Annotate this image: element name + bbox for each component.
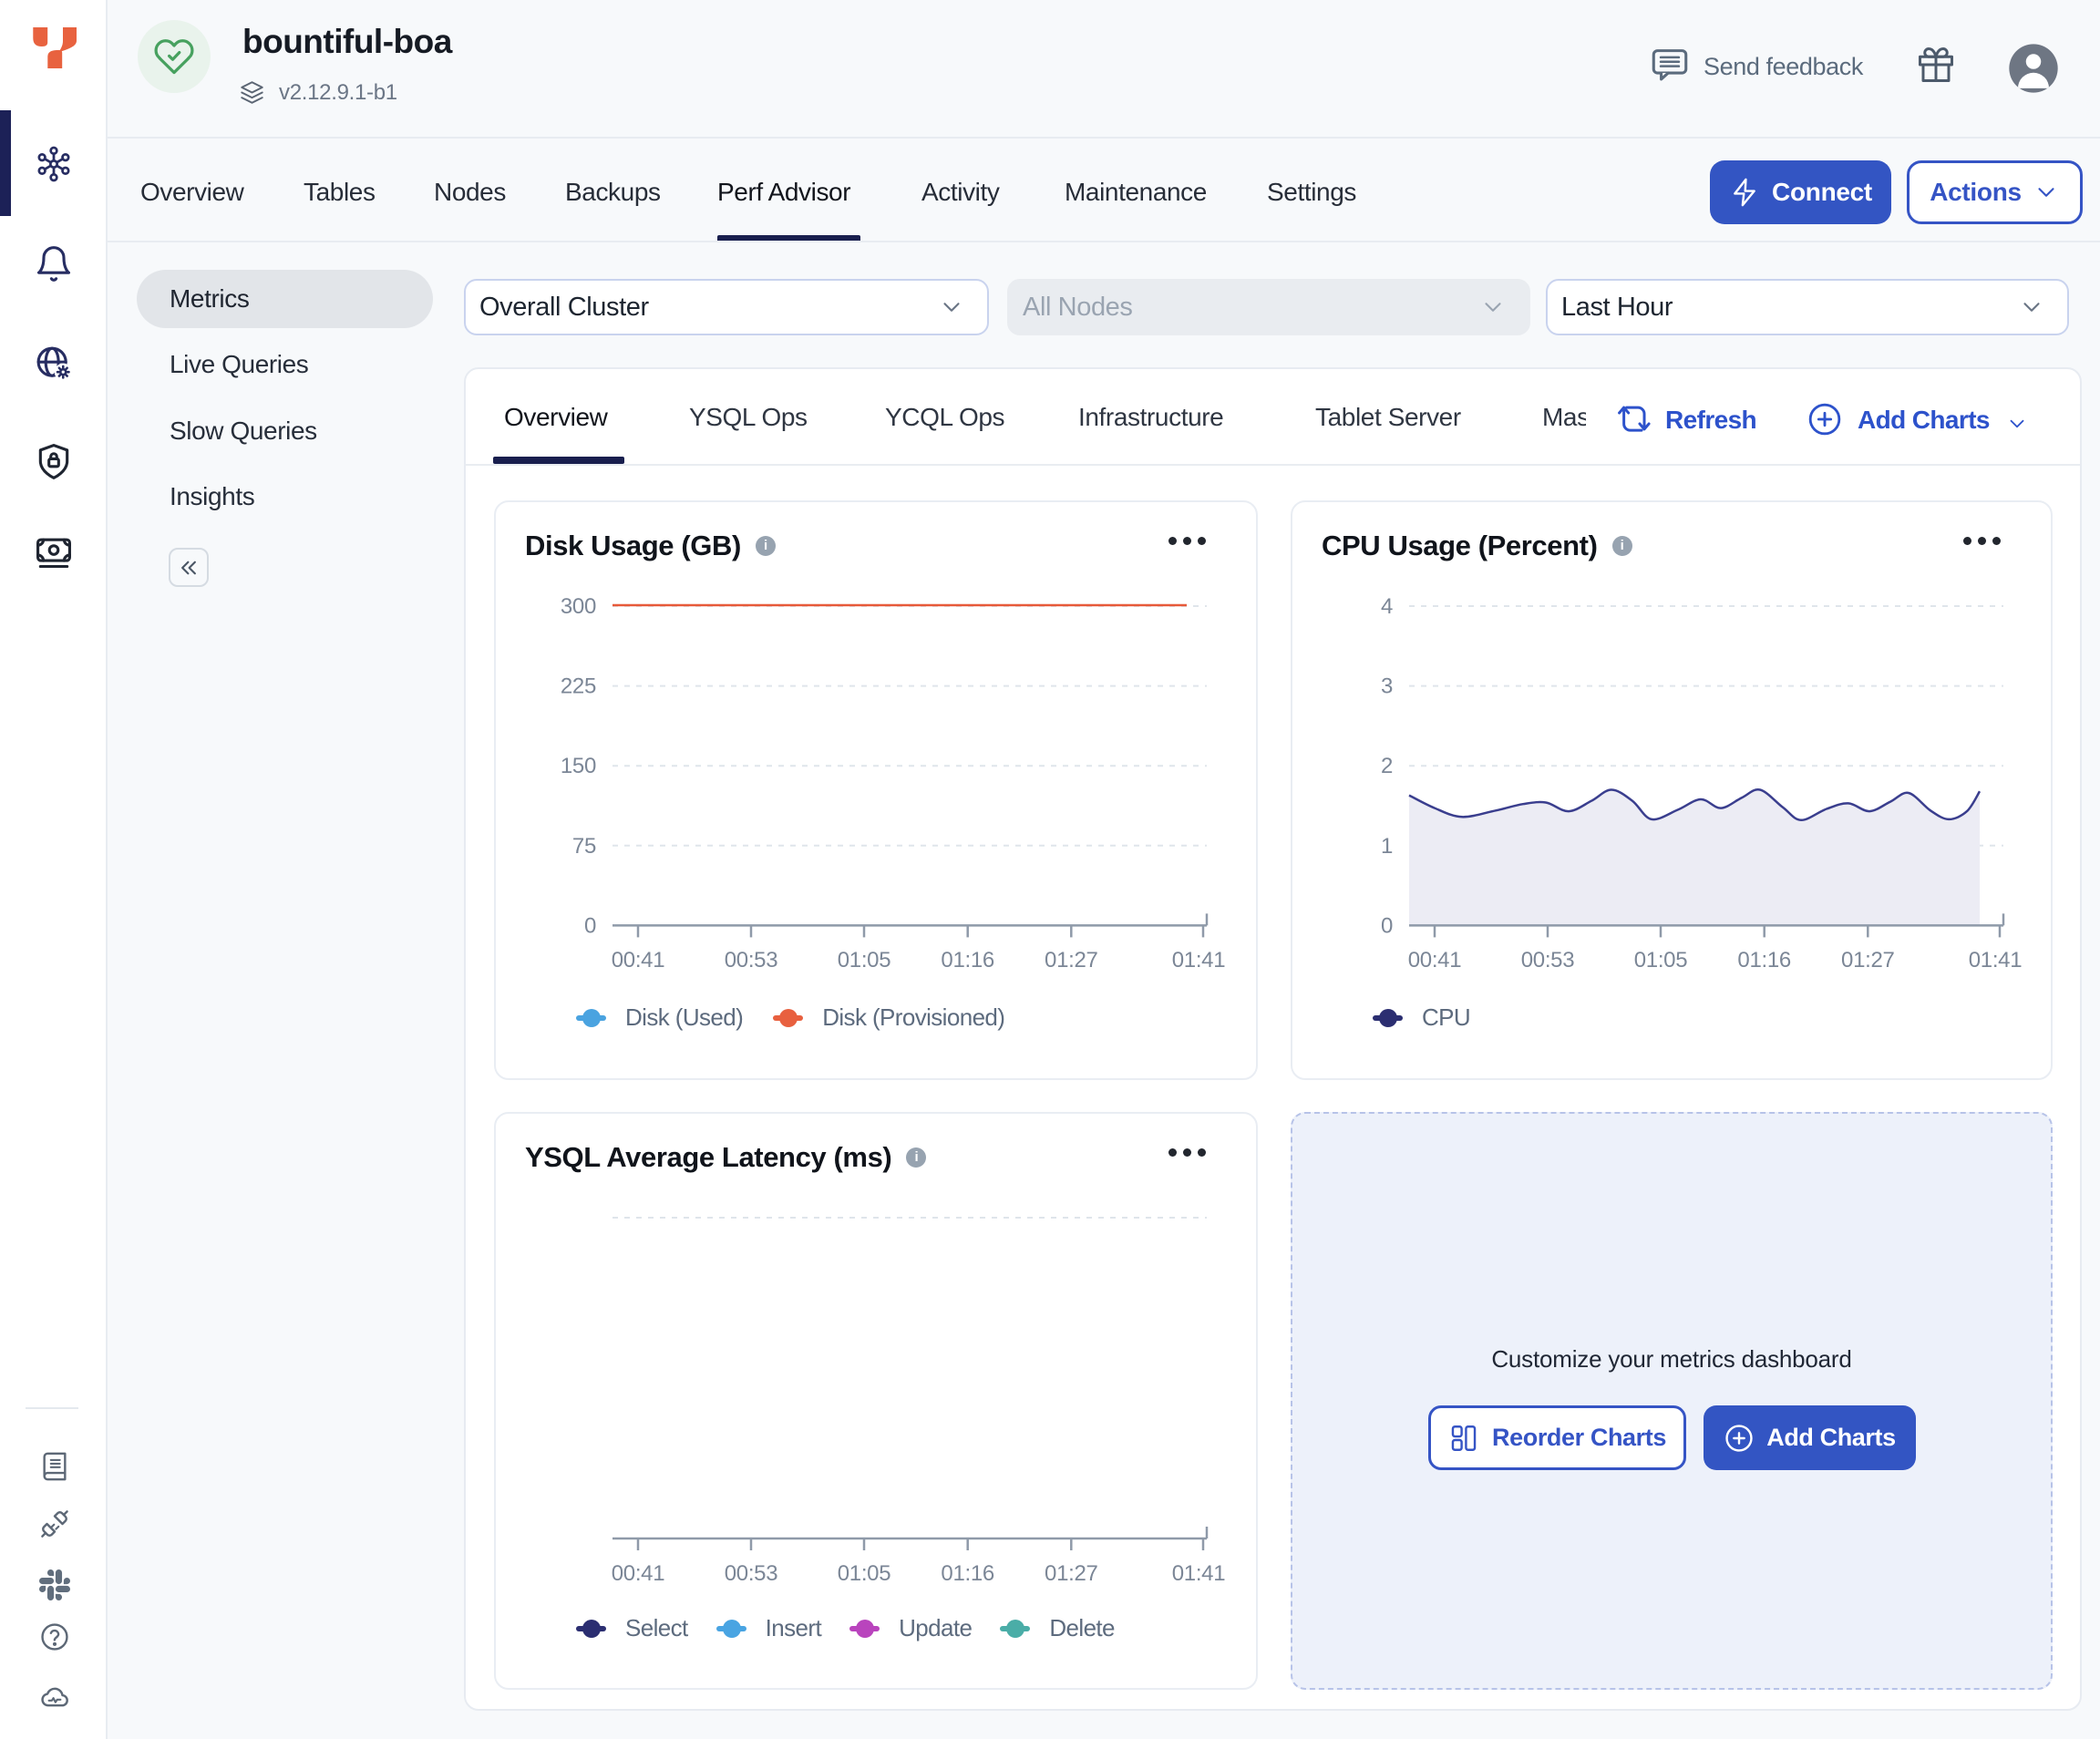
svg-text:0: 0 — [584, 913, 596, 938]
svg-text:75: 75 — [572, 834, 596, 859]
svg-text:150: 150 — [561, 754, 596, 778]
svg-text:01:27: 01:27 — [1841, 948, 1895, 972]
svg-text:01:27: 01:27 — [1045, 1561, 1098, 1586]
svg-text:01:41: 01:41 — [1172, 948, 1226, 972]
svg-text:01:05: 01:05 — [838, 1561, 891, 1586]
svg-text:1: 1 — [1381, 834, 1393, 859]
svg-text:225: 225 — [561, 674, 596, 699]
svg-text:00:53: 00:53 — [725, 1561, 778, 1586]
svg-text:300: 300 — [561, 594, 596, 619]
svg-text:01:27: 01:27 — [1045, 948, 1098, 972]
svg-text:00:53: 00:53 — [1521, 948, 1575, 972]
svg-text:00:41: 00:41 — [1408, 948, 1462, 972]
svg-text:01:05: 01:05 — [838, 948, 891, 972]
svg-text:01:16: 01:16 — [941, 948, 994, 972]
svg-text:00:41: 00:41 — [612, 1561, 665, 1586]
svg-text:0: 0 — [1381, 913, 1393, 938]
svg-text:01:41: 01:41 — [1969, 948, 2023, 972]
svg-text:01:05: 01:05 — [1634, 948, 1688, 972]
svg-text:00:41: 00:41 — [612, 948, 665, 972]
svg-text:01:41: 01:41 — [1172, 1561, 1226, 1586]
svg-text:4: 4 — [1381, 594, 1393, 619]
svg-text:3: 3 — [1381, 674, 1393, 699]
svg-text:01:16: 01:16 — [941, 1561, 994, 1586]
svg-text:2: 2 — [1381, 754, 1393, 778]
svg-text:01:16: 01:16 — [1737, 948, 1791, 972]
svg-text:00:53: 00:53 — [725, 948, 778, 972]
